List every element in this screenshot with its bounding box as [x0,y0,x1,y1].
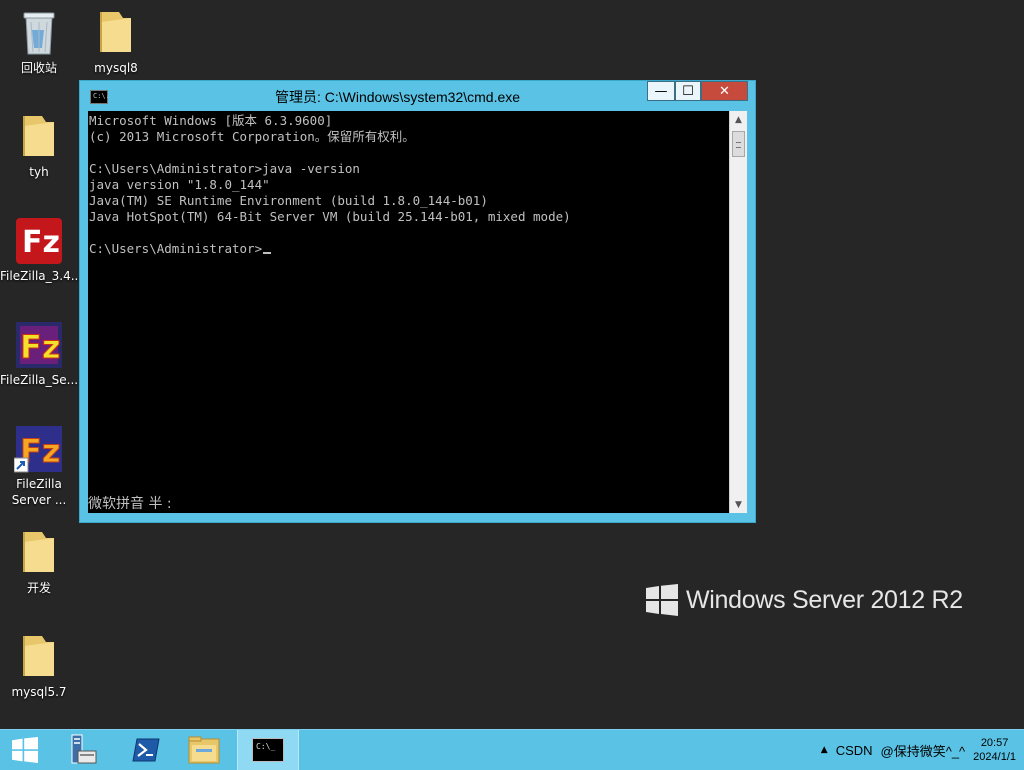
cmd-taskbar-button[interactable]: C:\_ [237,730,299,770]
console-line: Java(TM) SE Runtime Environment (build 1… [89,193,488,208]
desktop-icon-kaifa[interactable]: 开发 [0,528,78,596]
powershell-button[interactable] [120,730,172,770]
console-line: C:\Users\Administrator>java -version [89,161,360,176]
tray-text-handle: @保持微笑^_^ [880,743,966,759]
filezilla-server-shortcut-icon: Fz [13,424,64,474]
vertical-scrollbar[interactable]: ▲ ▼ [729,111,747,513]
folder-icon [14,528,64,578]
close-button[interactable]: ✕ [701,81,748,101]
cmd-taskbar-icon: C:\_ [252,738,284,762]
filezilla-server-icon: Fz [14,320,64,370]
minimize-icon: — [654,83,668,99]
cmd-console[interactable]: Microsoft Windows [版本 6.3.9600] (c) 2013… [88,111,729,513]
svg-text:Fz: Fz [20,328,60,366]
cmd-taskbar-icon-text: C:\_ [256,742,276,751]
desktop-icon-filezilla-server[interactable]: Fz FileZilla_Se... [0,320,78,388]
console-line: Microsoft Windows [版本 6.3.9600] [89,113,333,128]
server-manager-button[interactable] [55,730,107,770]
start-button[interactable] [0,730,50,770]
maximize-icon: ☐ [682,83,694,99]
desktop-icon-tyh[interactable]: tyh [0,112,78,180]
start-icon [12,737,38,763]
tray-text-csdn: CSDN [835,742,873,758]
desktop-icon-recycle-bin[interactable]: 回收站 [0,8,78,76]
console-line: java version "1.8.0_144" [89,177,270,192]
desktop-icon-label: tyh [29,165,49,179]
powershell-icon [132,738,160,762]
scroll-down-arrow-icon[interactable]: ▼ [730,496,747,513]
system-tray: ▲ CSDN @保持微笑^_^ 20:57 2024/1/1 [821,730,1016,770]
taskbar: C:\_ ▲ CSDN @保持微笑^_^ 20:57 2024/1/1 [0,729,1024,770]
taskbar-clock[interactable]: 20:57 2024/1/1 [973,736,1016,764]
console-line: Java HotSpot(TM) 64-Bit Server VM (build… [89,209,571,224]
file-explorer-button[interactable] [177,730,231,770]
desktop-icon-mysql8[interactable]: mysql8 [77,8,155,76]
desktop-icon-label: FileZilla_3.4... [0,269,83,283]
clock-time: 20:57 [980,737,1009,749]
clock-date: 2024/1/1 [973,751,1016,763]
file-explorer-icon [188,736,220,764]
watermark-text: Windows Server 2012 R2 [686,585,963,614]
console-line: (c) 2013 Microsoft Corporation。保留所有权利。 [89,129,415,144]
ime-status-bar[interactable]: 微软拼音 半 : [88,493,172,513]
scroll-up-arrow-icon[interactable]: ▲ [730,111,747,128]
desktop-icon-label: mysql5.7 [11,685,67,699]
console-prompt: C:\Users\Administrator> [89,241,263,256]
close-icon: ✕ [719,83,730,99]
cmd-window[interactable]: C:\. 管理员: C:\Windows\system32\cmd.exe — … [79,80,756,523]
recycle-bin-icon [14,8,64,58]
desktop-icon-filezilla-server-shortcut[interactable]: Fz FileZilla Server ... [0,424,78,508]
minimize-button[interactable]: — [647,81,675,101]
desktop-icon-label: FileZilla Server ... [11,477,67,507]
desktop-icon-label: FileZilla_Se... [0,373,79,387]
server-manager-icon [71,734,97,764]
cmd-titlebar[interactable]: C:\. 管理员: C:\Windows\system32\cmd.exe — … [80,81,755,111]
folder-icon [14,112,64,162]
folder-icon [91,8,141,58]
desktop-icon-filezilla-client[interactable]: Fz FileZilla_3.4... [0,216,83,284]
maximize-button[interactable]: ☐ [675,81,701,101]
console-prompt-line[interactable]: C:\Users\Administrator> [89,241,272,257]
filezilla-client-icon: Fz [14,216,64,266]
desktop-icon-label: 开发 [26,581,51,595]
desktop-icon-label: 回收站 [20,61,57,75]
text-cursor [263,252,272,254]
desktop-icon-mysql57[interactable]: mysql5.7 [0,632,78,700]
scrollbar-thumb[interactable] [732,131,745,157]
windows-logo-icon [646,584,678,616]
svg-text:Fz: Fz [22,225,60,260]
desktop-icon-label: mysql8 [94,61,138,75]
folder-icon [14,632,64,682]
tray-expand-icon[interactable]: ▲ [821,745,828,755]
windows-server-watermark: Windows Server 2012 R2 [646,584,963,616]
